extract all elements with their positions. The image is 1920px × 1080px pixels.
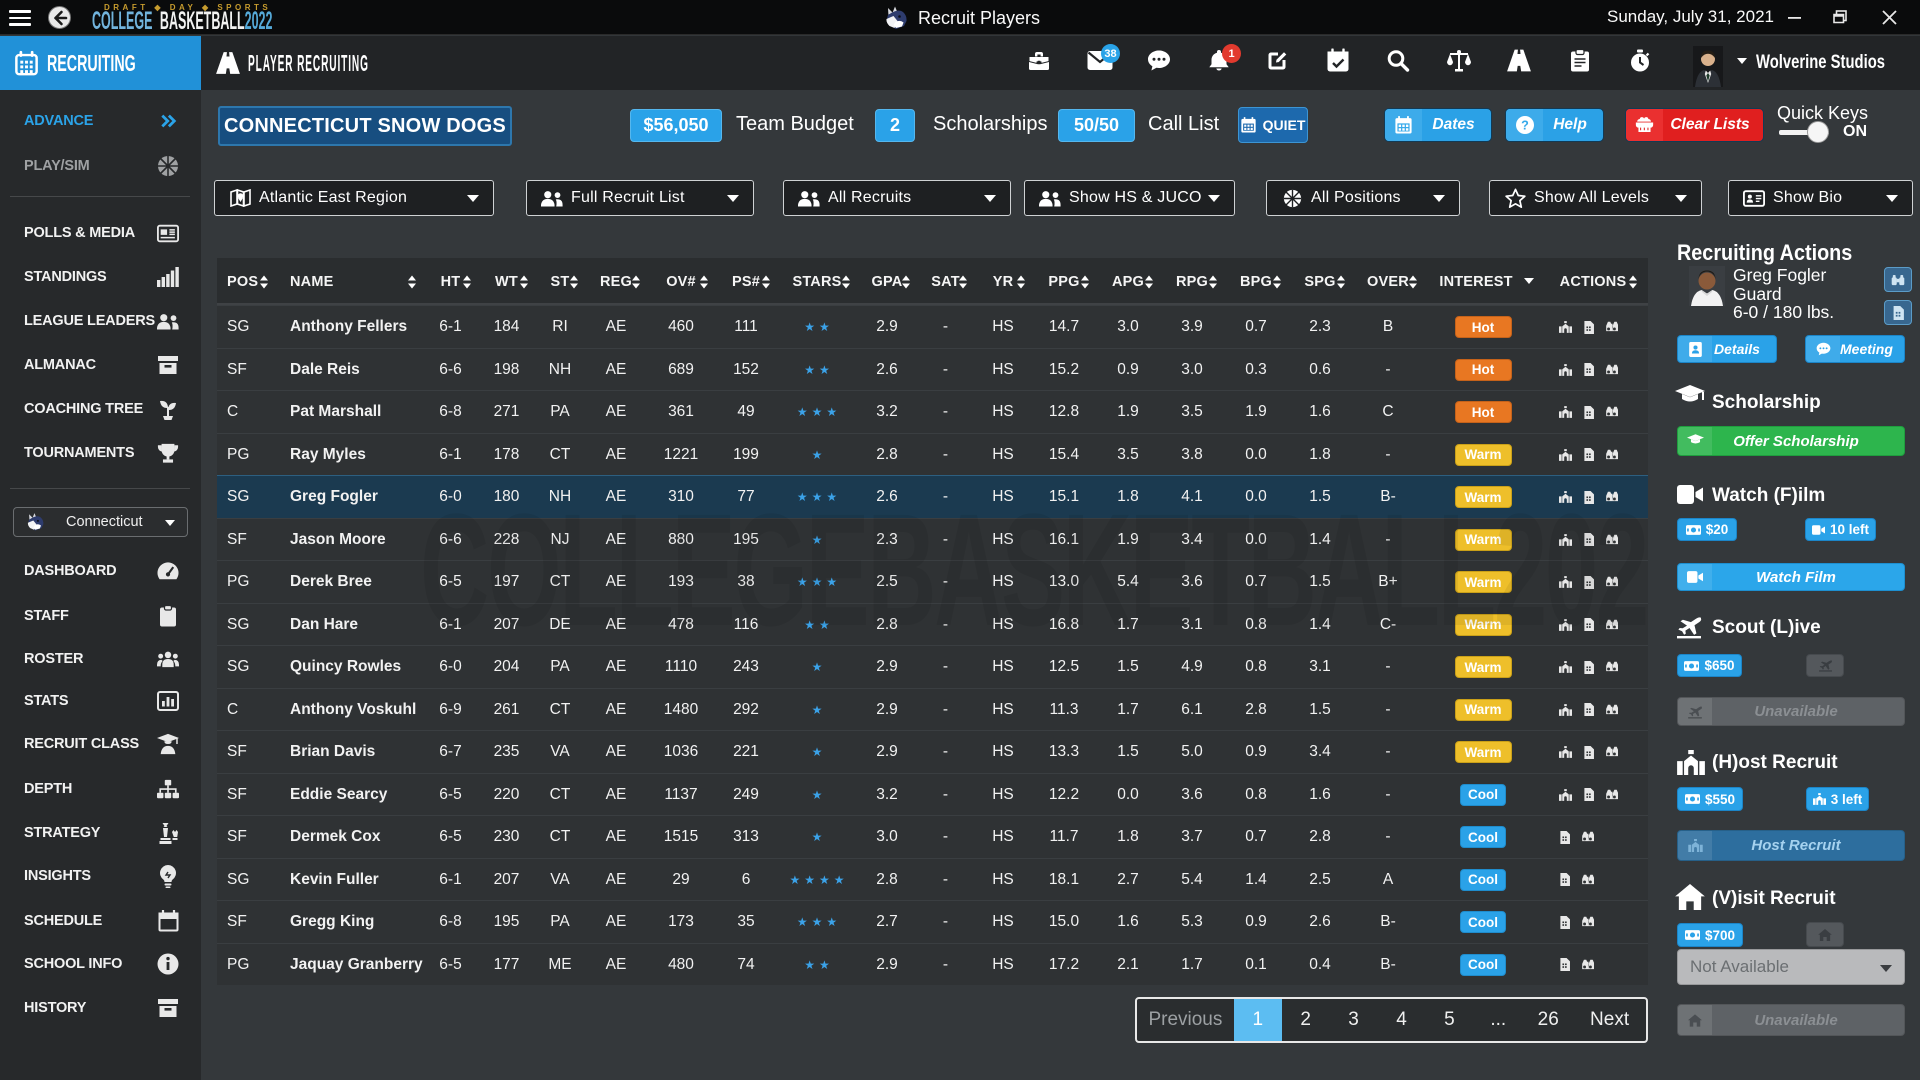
svg-text:?: ? [1521,119,1529,133]
